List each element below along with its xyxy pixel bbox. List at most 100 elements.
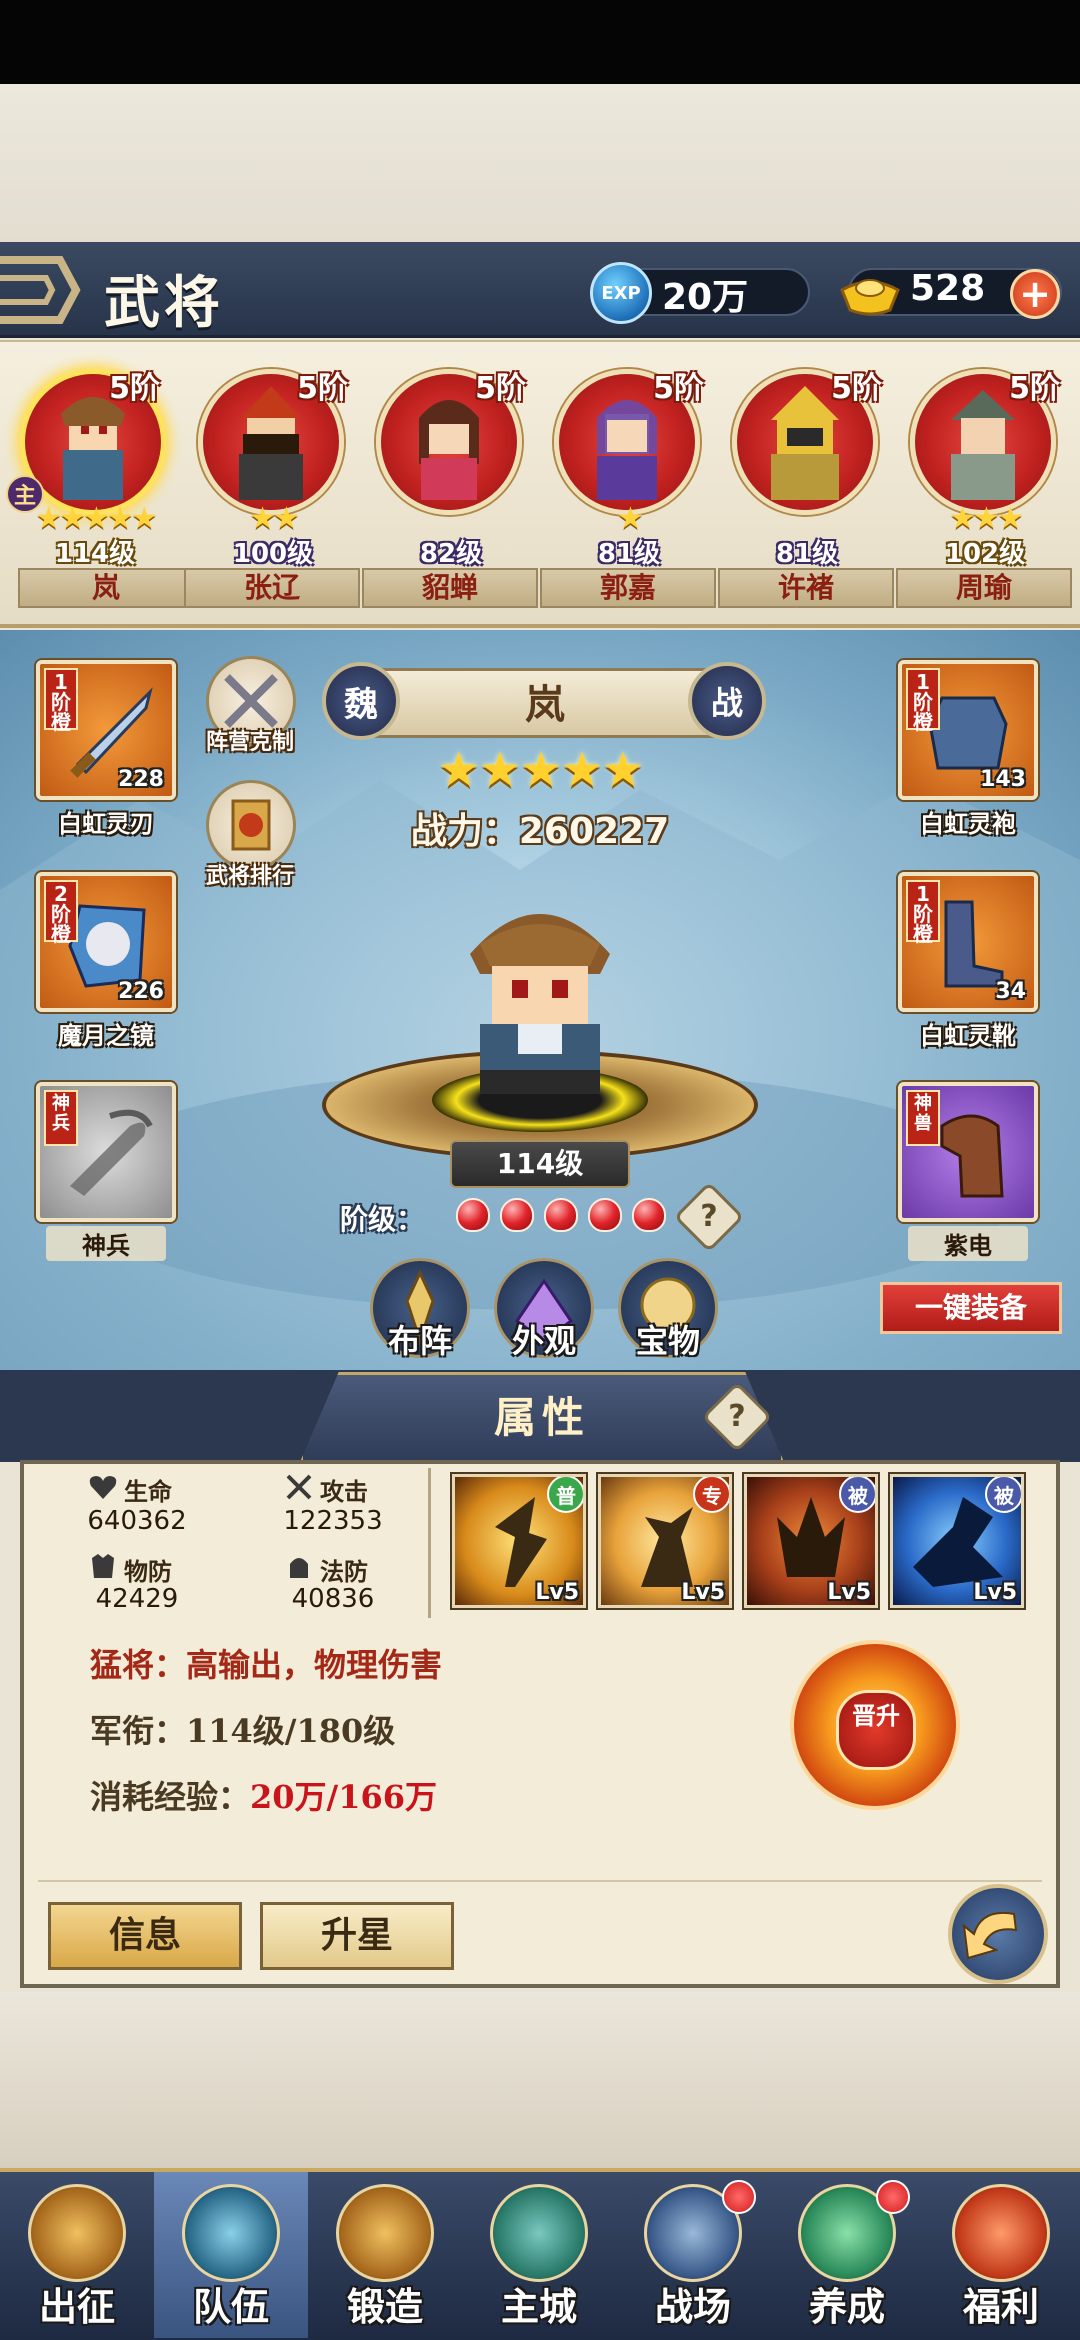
pdef-value: 42429 (95, 1584, 179, 1614)
stage-gem (456, 1198, 490, 1232)
equip-slot-weapon[interactable]: 1阶橙 228 (36, 660, 176, 800)
hero-card-xuchu[interactable]: 5阶 81级 许褚 (712, 365, 894, 615)
hero-name: 岚 (18, 568, 194, 608)
equip-count: 228 (118, 767, 164, 792)
nav-item-team[interactable]: 队伍 (154, 2172, 308, 2338)
nav-label: 福利 (962, 2284, 1039, 2329)
skill-slot-2[interactable]: Lv5 专 (598, 1474, 732, 1608)
skill-tag: 被 (985, 1477, 1021, 1513)
exp-cost-label: 消耗经验： (90, 1778, 251, 1816)
nav-label: 锻造 (346, 2284, 423, 2329)
exp-value: 20万 (662, 277, 749, 318)
hero-rank: 5阶 (653, 371, 704, 406)
hero-level: 100级 (232, 539, 314, 569)
armor-icon (92, 1554, 114, 1578)
hero-level-plate: 114级 (450, 1140, 630, 1188)
skill-slot-4[interactable]: Lv5 被 (890, 1474, 1024, 1608)
atk-value: 122353 (283, 1506, 383, 1536)
skill-level: Lv5 (681, 1580, 725, 1605)
tab-info-button[interactable]: 信息 (48, 1902, 242, 1970)
stats-divider (428, 1468, 431, 1618)
hero-card-guojia[interactable]: 5阶 ★ 81级 郭嘉 (534, 365, 716, 615)
skill-level: Lv5 (535, 1580, 579, 1605)
equip-slot-armor[interactable]: 1阶橙 143 (898, 660, 1038, 800)
hp-value: 640362 (87, 1506, 187, 1536)
hero-rank: 5阶 (475, 371, 526, 406)
crossed-swords-icon (286, 1474, 312, 1500)
add-gold-button[interactable]: + (1010, 269, 1060, 319)
equip-label: 神兵 (46, 1226, 166, 1261)
gold-value: 528 (910, 268, 986, 309)
equip-slot-mount[interactable]: 神兽 (898, 1082, 1038, 1222)
header-ornament-icon (0, 256, 81, 324)
top-background (0, 84, 1080, 242)
ranking-button[interactable] (206, 780, 296, 870)
heart-icon (89, 1476, 117, 1499)
hero-level: 102级 (944, 539, 1026, 569)
hero-stars: ★ (617, 501, 644, 536)
skill-slot-3[interactable]: Lv5 被 (744, 1474, 878, 1608)
equip-slot-divine-weapon[interactable]: 神兵 (36, 1082, 176, 1222)
hero-card-lan[interactable]: 5阶 主 ★★★★★ 114级 岚 (0, 365, 194, 615)
role-badge: 战 (688, 662, 766, 740)
bottom-background (0, 1992, 1080, 2168)
hero-name: 郭嘉 (540, 568, 716, 608)
mdef-value: 40836 (291, 1584, 375, 1614)
gift-hall-icon (952, 2184, 1050, 2282)
nav-item-rewards[interactable]: 福利 (924, 2172, 1078, 2338)
equip-label: 紫电 (908, 1226, 1028, 1261)
notification-dot (722, 2180, 756, 2214)
skill-tag: 普 (547, 1477, 583, 1513)
combat-power: 战力：260227 (410, 811, 670, 852)
hero-card-zhouyu[interactable]: 5阶 ★★★ 102级 周瑜 (890, 365, 1072, 615)
equip-slot-boots[interactable]: 1阶橙 34 (898, 872, 1038, 1012)
exp-icon: EXP (590, 262, 652, 324)
hero-type-desc: 猛将：高输出，物理伤害 (90, 1646, 443, 1684)
selected-hero-name: 岚 (525, 681, 565, 728)
hero-card-zhangliao[interactable]: 5阶 ★★ 100级 张辽 (178, 365, 360, 615)
nav-item-forge[interactable]: 锻造 (308, 2172, 462, 2338)
back-button[interactable] (948, 1884, 1048, 1984)
exp-cost-line: 消耗经验：20万/166万 (90, 1772, 437, 1818)
equip-tier: 2阶橙 (44, 880, 78, 944)
promote-label: 晋升 (836, 1690, 916, 1770)
stage-gem (500, 1198, 534, 1232)
hero-card-diaochan[interactable]: 5阶 82级 貂蝉 (356, 365, 538, 615)
hero-level: 81级 (775, 539, 839, 569)
hero-level: 82级 (419, 539, 483, 569)
page-title: 武将 (104, 270, 224, 336)
hero-rank: 5阶 (831, 371, 882, 406)
equip-slot-mirror[interactable]: 2阶橙 226 (36, 872, 176, 1012)
equip-count: 226 (118, 979, 164, 1004)
skill-slot-1[interactable]: Lv5 普 (452, 1474, 586, 1608)
equip-tier: 1阶橙 (44, 668, 78, 732)
nav-label: 养成 (808, 2284, 885, 2329)
nav-item-expedition[interactable]: 出征 (0, 2172, 154, 2338)
exp-cost-value: 20万/166万 (250, 1778, 438, 1816)
tab-star-up-button[interactable]: 升星 (260, 1902, 454, 1970)
mdef-label: 法防 (320, 1558, 368, 1586)
skill-tag: 被 (839, 1477, 875, 1513)
atk-label: 攻击 (320, 1478, 368, 1506)
equip-count: 34 (995, 979, 1026, 1004)
ranking-label: 武将排行 (205, 864, 294, 889)
stage-gem (632, 1198, 666, 1232)
helmet-icon (290, 1558, 308, 1578)
stage-gem (588, 1198, 622, 1232)
hero-rank: 5阶 (1009, 371, 1060, 406)
hero-name: 张辽 (184, 568, 360, 608)
nav-item-city[interactable]: 主城 (462, 2172, 616, 2338)
hero-name: 许褚 (718, 568, 894, 608)
nav-item-battlefield[interactable]: 战场 (616, 2172, 770, 2338)
equip-tier: 神兵 (44, 1090, 78, 1146)
nav-item-cultivate[interactable]: 养成 (770, 2172, 924, 2338)
gold-ingot-icon (840, 279, 900, 316)
treasure-label: 宝物 (635, 1322, 700, 1360)
hero-rank: 5阶 (109, 371, 160, 406)
palace-icon (490, 2184, 588, 2282)
stage-help-mark: ? (700, 1199, 718, 1234)
equip-all-button[interactable]: 一键装备 (880, 1282, 1062, 1334)
skill-tag: 专 (693, 1477, 729, 1513)
counter-label: 阵营克制 (205, 730, 294, 755)
hero-name: 周瑜 (896, 568, 1072, 608)
